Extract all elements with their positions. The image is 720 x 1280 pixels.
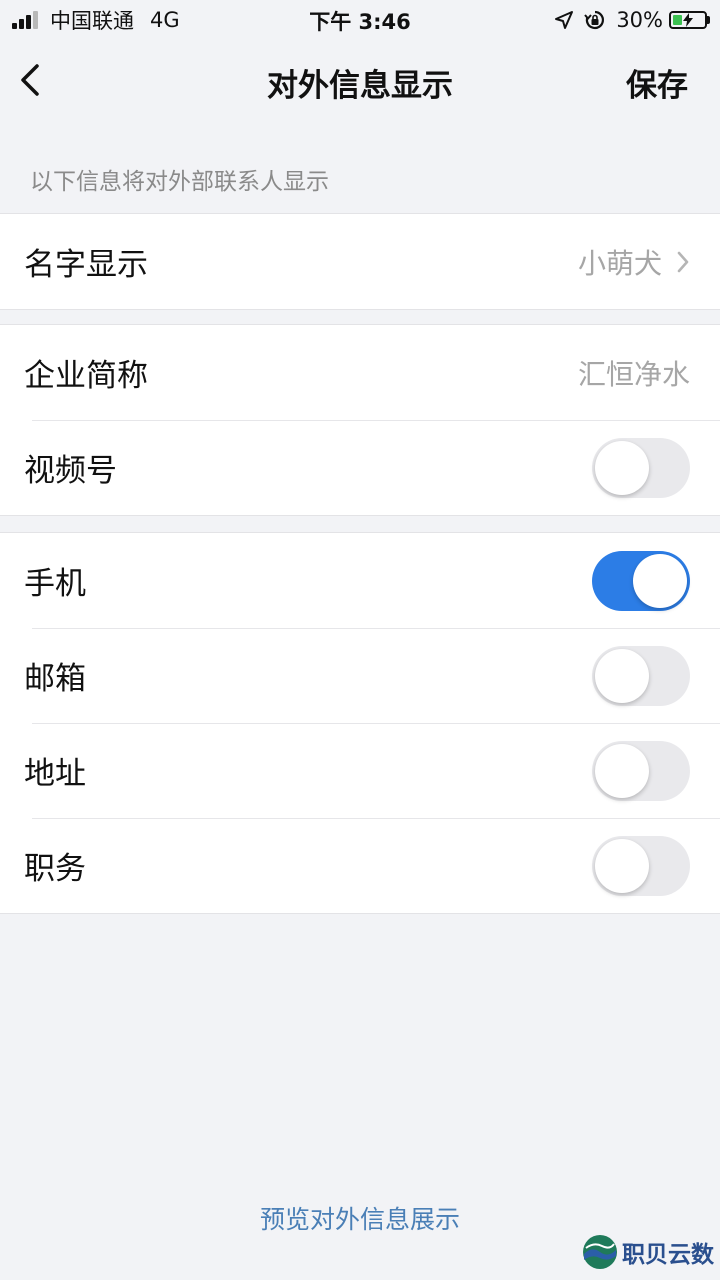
chevron-left-icon: [21, 64, 39, 96]
status-bar: 中国联通 4G 下午 3:46 30%: [0, 0, 720, 40]
battery-percent: 30%: [616, 8, 663, 32]
name-group: 名字显示 小萌犬: [0, 213, 720, 310]
back-button[interactable]: [8, 58, 52, 102]
watermark: 职贝云数: [582, 1234, 714, 1270]
battery-tip: [707, 16, 710, 24]
video-channel-label: 视频号: [24, 453, 117, 489]
video-channel-row: 视频号: [0, 420, 720, 515]
watermark-logo-icon: [583, 1235, 617, 1269]
save-button[interactable]: 保存: [626, 60, 688, 105]
phone-toggle[interactable]: [592, 550, 690, 611]
location-icon: [554, 10, 574, 30]
phone-label: 手机: [24, 566, 86, 602]
position-label: 职务: [24, 851, 86, 887]
email-row: 邮箱: [0, 628, 720, 723]
position-toggle[interactable]: [592, 835, 690, 896]
address-label: 地址: [24, 756, 86, 792]
section-hint: 以下信息将对外部联系人显示: [30, 169, 329, 195]
name-display-value: 小萌犬: [577, 246, 662, 280]
battery-icon: [669, 11, 707, 29]
watermark-text: 职贝云数: [622, 1242, 714, 1268]
nav-bar: 对外信息显示 保存: [0, 40, 720, 124]
contact-group: 手机 邮箱 地址 职务: [0, 532, 720, 914]
charging-bolt-icon: [671, 13, 705, 27]
video-channel-toggle[interactable]: [592, 437, 690, 498]
page-title: 对外信息显示: [267, 68, 453, 104]
status-right: 30%: [554, 6, 710, 34]
email-label: 邮箱: [24, 661, 86, 697]
name-display-label: 名字显示: [24, 247, 148, 283]
phone-row: 手机: [0, 533, 720, 628]
company-short-name-value: 汇恒净水: [577, 357, 690, 391]
rotation-lock-icon: [584, 9, 606, 31]
chevron-right-icon: [676, 250, 690, 274]
address-toggle[interactable]: [592, 740, 690, 801]
company-short-name-label: 企业简称: [24, 358, 148, 394]
name-display-row[interactable]: 名字显示 小萌犬: [0, 214, 720, 309]
company-group: 企业简称 汇恒净水 视频号: [0, 324, 720, 516]
email-toggle[interactable]: [592, 645, 690, 706]
preview-external-info-link[interactable]: 预览对外信息展示: [0, 1200, 720, 1236]
company-short-name-row: 企业简称 汇恒净水: [0, 325, 720, 420]
position-row: 职务: [0, 818, 720, 913]
address-row: 地址: [0, 723, 720, 818]
